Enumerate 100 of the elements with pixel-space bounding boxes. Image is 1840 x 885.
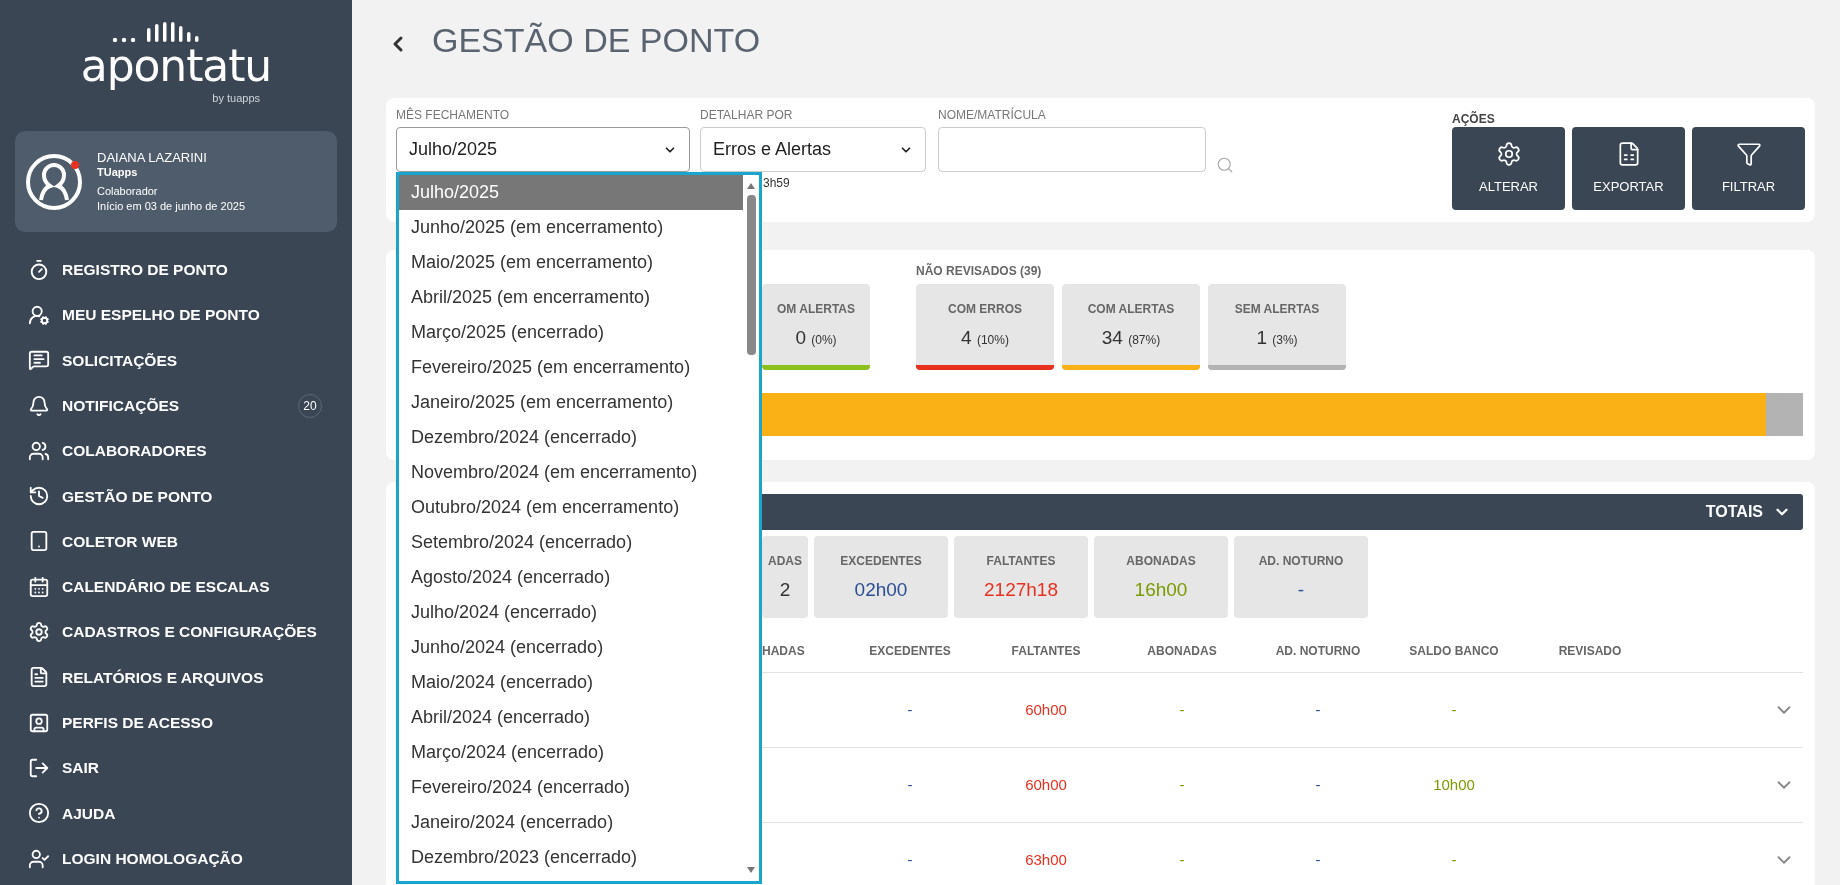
help-icon [28,802,50,825]
dropdown-option[interactable]: Dezembro/2024 (encerrado) [399,420,743,455]
detail-note: 3h59 [763,175,791,192]
user-check-icon [28,847,50,870]
sidebar-item[interactable]: REGISTRO DE PONTO [0,247,352,293]
calendar-icon [28,575,50,598]
dropdown-option[interactable]: Novembro/2024 (em encerramento) [399,455,743,490]
group-label: NÃO REVISADOS (39) [916,262,1043,280]
dropdown-option[interactable]: Abril/2024 (encerrado) [399,700,743,735]
table-cell: 60h00 [1025,700,1067,718]
sidebar-item[interactable]: SOLICITAÇÕES [0,337,352,383]
table-cell: - [1451,700,1457,718]
search-icon[interactable] [1216,156,1234,174]
dropdown-option[interactable]: Maio/2025 (em encerramento) [399,245,743,280]
column-header: AD. NOTURNO [1274,643,1362,660]
avatar-icon [25,152,83,211]
sidebar-item[interactable]: LOGIN HOMOLOGAÇÃO [0,835,352,882]
action-button[interactable]: FILTRAR [1692,127,1805,210]
column-header: EXCEDENTES [868,643,952,660]
dropdown-option[interactable]: Junho/2025 (em encerramento) [399,210,743,245]
dropdown-option[interactable]: Julho/2024 (encerrado) [399,595,743,630]
timer-icon [28,258,50,281]
action-button[interactable]: EXPORTAR [1572,127,1685,210]
sidebar-item[interactable]: RELATÓRIOS E ARQUIVOS [0,654,352,700]
logo-text: apontatu [80,44,272,88]
table-cell: - [1315,850,1321,868]
sidebar-item[interactable]: COLABORADORES [0,428,352,474]
table-cell: - [907,775,913,793]
total-card: FALTANTES 2127h18 [954,536,1088,618]
sidebar-item[interactable]: GESTÃO DE PONTO [0,473,352,519]
page-title: GESTÃO DE PONTO [432,20,761,61]
total-card: ADAS 2 [762,536,808,618]
stat-card: COM ALERTAS 34 (87%) [1062,284,1200,370]
table-cell: - [1179,775,1185,793]
dropdown-option[interactable]: Abril/2025 (em encerramento) [399,280,743,315]
field-label: NOME/MATRÍCULA [938,106,1047,124]
table-cell: - [1451,850,1457,868]
logout-icon [28,756,50,779]
total-card: ABONADAS 16h00 [1094,536,1228,618]
user-card-icon [28,711,50,734]
history-icon [28,485,50,508]
column-header: ABONADAS [1146,643,1218,660]
user-gear-icon [28,303,50,326]
dropdown-option[interactable]: Julho/2025 [399,175,743,210]
sidebar-item[interactable]: COLETOR WEB [0,518,352,565]
dropdown-option[interactable]: Janeiro/2025 (em encerramento) [399,385,743,420]
column-header: SALDO BANCO [1408,643,1500,660]
table-cell: - [1179,850,1185,868]
dropdown-option[interactable]: Agosto/2024 (encerrado) [399,560,743,595]
action-button[interactable]: ALTERAR [1452,127,1565,210]
name-input-field[interactable] [938,127,1206,172]
sidebar-item[interactable]: NOTIFICAÇÕES 20 [0,382,352,429]
table-cell: - [907,850,913,868]
scroll-down-icon [746,865,756,875]
user-role: Colaborador [97,183,159,199]
stat-card: SEM ALERTAS 1 (3%) [1208,284,1346,370]
table-cell: 63h00 [1025,850,1067,868]
tablet-icon [28,530,50,553]
sidebar-item[interactable]: CALENDÁRIO DE ESCALAS [0,564,352,610]
message-icon [28,349,50,372]
field-label: DETALHAR POR [700,107,794,124]
dropdown-option[interactable]: Março/2024 (encerrado) [399,735,743,770]
sidebar-item[interactable]: CADASTROS E CONFIGURAÇÕES [0,609,352,655]
sidebar-item[interactable]: PERFIS DE ACESSO [0,699,352,746]
table-cell: - [1315,700,1321,718]
sidebar-item[interactable]: MEU ESPELHO DE PONTO [0,292,352,338]
column-header: REVISADO [1557,643,1623,660]
table-cell: - [1179,700,1185,718]
sidebar-item[interactable]: SAIR [0,745,352,791]
scroll-up-icon [746,181,756,191]
dropdown-option[interactable]: Janeiro/2024 (encerrado) [399,805,743,840]
detail-select[interactable]: Erros e Alertas [700,127,926,172]
table-cell: - [907,700,913,718]
dropdown-option[interactable]: Dezembro/2023 (encerrado) [399,840,743,875]
dropdown-option[interactable]: Junho/2024 (encerrado) [399,630,743,665]
field-label: MÊS FECHAMENTO [396,106,511,124]
column-header: HADAS [762,643,806,660]
table-cell: - [1315,775,1321,793]
total-card: AD. NOTURNO - [1234,536,1368,618]
settings-icon [28,621,50,643]
scrollbar-thumb[interactable] [746,195,756,355]
users-icon [28,439,50,462]
dropdown-option[interactable]: Maio/2024 (encerrado) [399,665,743,700]
bell-icon [28,394,50,417]
actions-label: AÇÕES [1452,110,1496,127]
dropdown-option[interactable]: Fevereiro/2025 (em encerramento) [399,350,743,385]
document-icon [28,666,50,689]
settings-icon [1495,140,1522,167]
table-cell: 60h00 [1025,775,1067,793]
user-start-date: Início em 03 de junho de 2025 [97,198,245,214]
sidebar-item[interactable]: AJUDA [0,790,352,836]
stat-card: COM ERROS 4 (10%) [916,284,1054,370]
month-select[interactable]: Julho/2025 [396,127,690,172]
filter-icon [1735,140,1762,167]
logo-subtitle: by tuapps [212,91,260,106]
user-company: TUapps [97,164,139,180]
user-name: DAIANA LAZARINI [97,149,208,165]
total-card: EXCEDENTES 02h00 [814,536,948,618]
dropdown-option[interactable]: Março/2025 (encerrado) [399,315,743,350]
dropdown-option[interactable]: Fevereiro/2024 (encerrado) [399,770,743,805]
